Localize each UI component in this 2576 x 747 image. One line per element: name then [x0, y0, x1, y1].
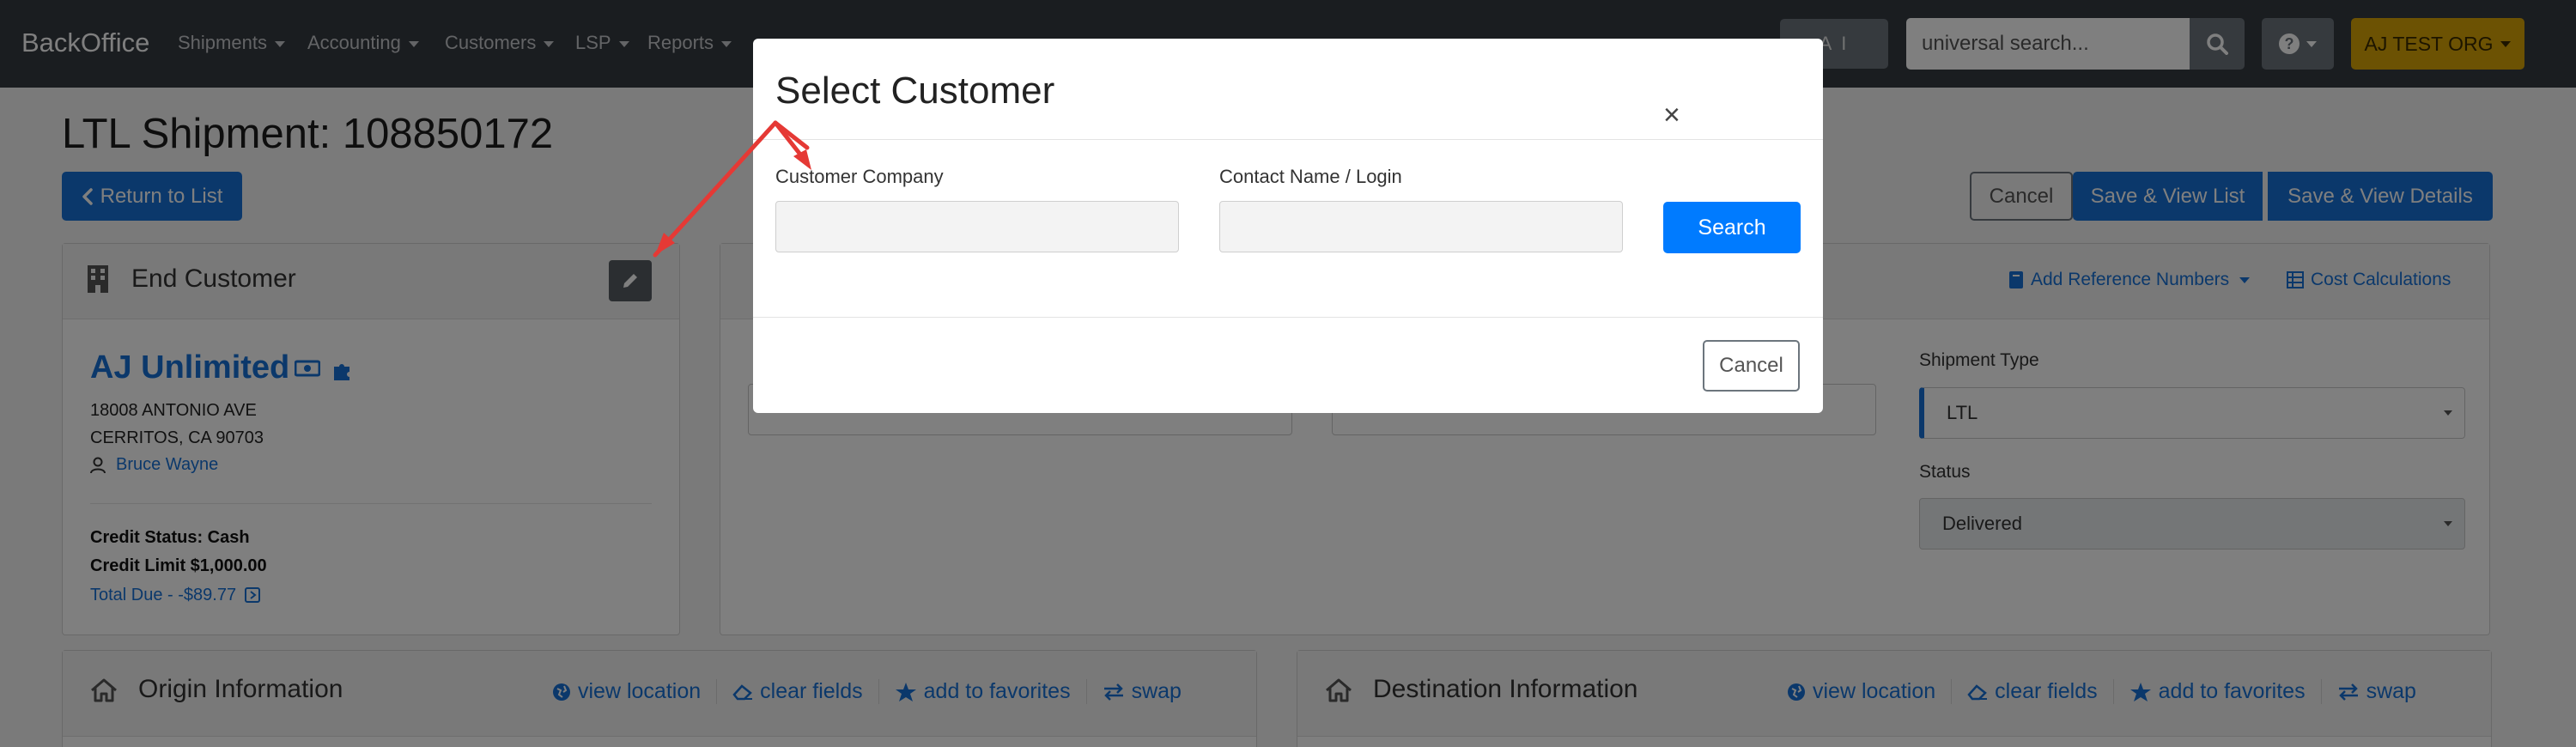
customer-company-label: Customer Company: [775, 166, 944, 187]
modal-cancel-button[interactable]: Cancel: [1703, 340, 1800, 392]
modal-search-button[interactable]: Search: [1663, 202, 1801, 253]
close-icon[interactable]: ×: [1663, 99, 1680, 132]
select-customer-modal: Select Customer × Customer Company Conta…: [753, 39, 1823, 413]
customer-company-input[interactable]: [775, 201, 1179, 252]
modal-footer-divider: [753, 317, 1823, 318]
modal-header-divider: [753, 139, 1823, 140]
contact-name-login-input[interactable]: [1219, 201, 1623, 252]
contact-name-login-label: Contact Name / Login: [1219, 166, 1402, 187]
modal-title: Select Customer: [775, 70, 1055, 112]
